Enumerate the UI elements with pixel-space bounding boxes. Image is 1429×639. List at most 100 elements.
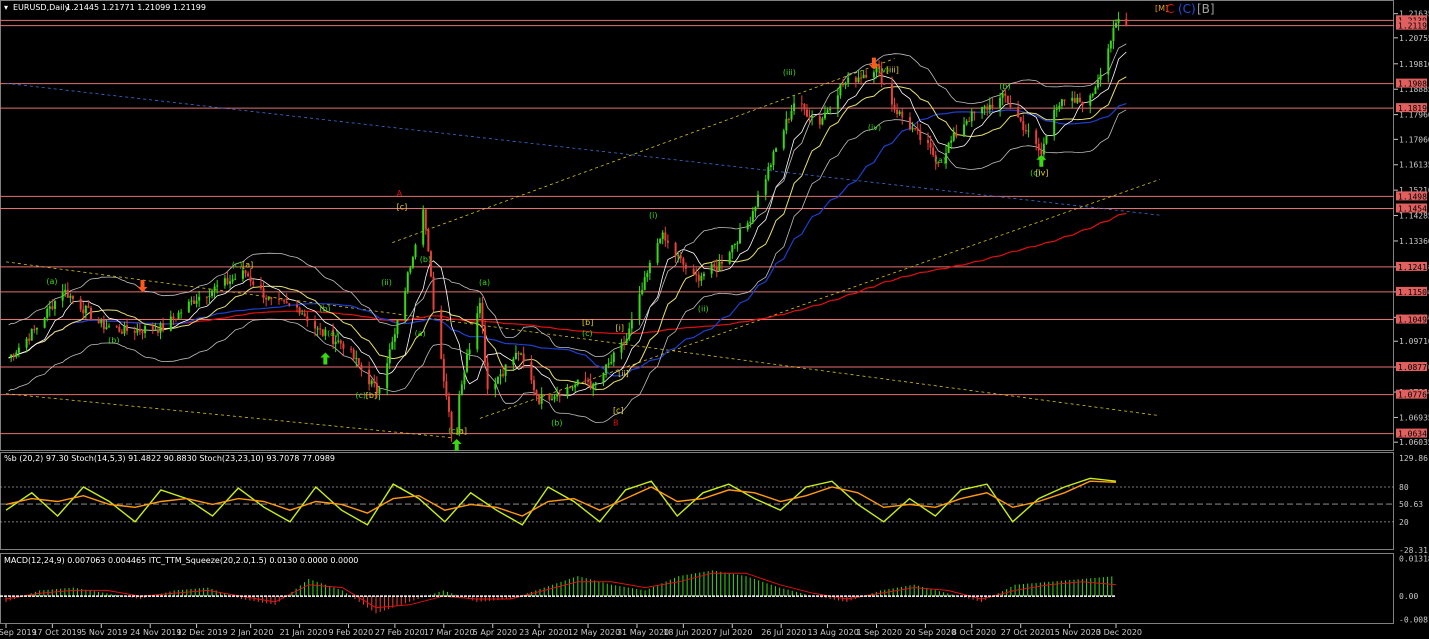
candle-body — [442, 358, 445, 382]
wave-label: A — [397, 189, 403, 198]
candle-body — [296, 305, 299, 308]
candle-body — [821, 118, 824, 125]
wave-label: (b) — [420, 255, 431, 264]
candle-body — [198, 296, 201, 301]
candle-body — [115, 326, 118, 328]
time-tick-label: 26 Jul 2020 — [761, 628, 806, 637]
candle-body — [102, 320, 105, 330]
candle-body — [1022, 121, 1025, 131]
wave-label: (ii) — [381, 278, 392, 287]
candle-body — [87, 305, 90, 308]
candle-body — [643, 277, 646, 291]
candle-body — [252, 281, 255, 285]
price-tag-label: 1.18196 — [1398, 104, 1429, 113]
candle-body — [12, 354, 15, 357]
candle-body — [172, 316, 175, 319]
candle-body — [1004, 93, 1007, 96]
trendline-yellow-descending — [5, 261, 1160, 417]
candle-body — [1060, 99, 1063, 106]
arrow-up-icon — [1036, 154, 1047, 167]
legend-paren-c: (C) — [1178, 2, 1196, 16]
candle-body — [592, 383, 595, 389]
candle-body — [865, 74, 868, 78]
candle-body — [249, 276, 252, 282]
price-tick-label: 1.06935 — [1399, 413, 1429, 422]
candle-body — [460, 384, 463, 396]
macd-tick-label: 0.00 — [1399, 592, 1418, 601]
candle-body — [550, 398, 553, 400]
candle-body — [782, 130, 785, 149]
wave-label: [iii] — [886, 65, 899, 74]
candle-body — [684, 264, 687, 269]
candle-body — [738, 229, 741, 244]
header-menu-icon[interactable]: ▾ — [4, 3, 8, 12]
candle-body — [720, 261, 723, 264]
candle-body — [71, 295, 74, 299]
candle-body — [193, 300, 196, 304]
candle-body — [532, 380, 535, 391]
candle-body — [556, 394, 559, 397]
candle-body — [926, 140, 929, 144]
candle-body — [502, 374, 505, 376]
candle-body — [731, 245, 734, 253]
candle-body — [35, 327, 38, 330]
candle-body — [427, 229, 430, 252]
candle-body — [499, 374, 502, 377]
candle-body — [445, 381, 448, 397]
candle-body — [911, 128, 914, 130]
candle-body — [414, 244, 417, 258]
candle-body — [829, 109, 832, 111]
time-tick-label: 12 May 2020 — [568, 628, 620, 637]
candle-body — [857, 77, 860, 83]
candle-body — [378, 388, 381, 394]
candle-body — [1073, 97, 1076, 103]
candle-body — [411, 257, 414, 268]
trendline-yellow-upper — [392, 58, 895, 243]
wave-label: [a] — [456, 427, 467, 436]
wave-label: (iv) — [868, 123, 881, 132]
oscillator-title: %b (20,2) 97.30 Stoch(14,5,3) 91.4822 90… — [4, 454, 335, 463]
candle-body — [1112, 27, 1115, 42]
candle-body — [123, 325, 126, 334]
candle-body — [844, 82, 847, 86]
candle-body — [195, 300, 198, 304]
candle-body — [1037, 143, 1040, 151]
candle-body — [1009, 102, 1012, 108]
trendlines — [5, 58, 1160, 439]
wave-label: [iv] — [1035, 168, 1048, 177]
candle-body — [1001, 93, 1004, 98]
time-axis[interactable]: 29 Sep 201917 Oct 20195 Nov 201924 Nov 2… — [0, 624, 1142, 637]
chart-canvas[interactable]: (a)(b)(c) [a](b)(a)(c) [b](ii)A[c](b)(a)(c… — [0, 0, 1429, 639]
price-tick-label: 1.13360 — [1399, 237, 1429, 246]
candle-body — [277, 299, 280, 301]
candle-body — [213, 286, 216, 291]
candle-body — [159, 323, 162, 333]
candle-body — [659, 239, 662, 244]
time-tick-label: 24 Nov 2019 — [130, 628, 181, 637]
candle-body — [896, 109, 899, 115]
chart-window[interactable]: (a) (b) (c) [a] (b) (a) (c) [b] (ii) A [c] (b) (a) (c… — [0, 0, 1429, 639]
wave-label: [i] — [616, 324, 624, 333]
price-pane-frame — [0, 0, 1394, 451]
time-tick-label: 5 Nov 2019 — [81, 628, 127, 637]
candle-body — [862, 74, 865, 79]
candle-body — [422, 209, 425, 245]
candle-body — [432, 276, 435, 310]
candle-body — [893, 104, 896, 110]
time-tick-label: 18 Jun 2020 — [663, 628, 711, 637]
candle-body — [836, 95, 839, 110]
price-tag-label: 1.06348 — [1398, 430, 1429, 439]
candle-body — [334, 341, 337, 345]
candle-body — [839, 83, 842, 96]
candle-body — [538, 394, 541, 404]
wave-label: (a) — [327, 329, 338, 338]
ohlc-values: 1.21445 1.21771 1.21099 1.21199 — [66, 3, 206, 12]
time-tick-label: 2 Jan 2020 — [231, 628, 274, 637]
candle-body — [46, 308, 49, 318]
time-tick-label: 12 Dec 2019 — [177, 628, 228, 637]
trendline-blue — [5, 82, 1160, 216]
candle-body — [234, 278, 237, 280]
price-axis[interactable]: 1.216351.207551.198101.188851.179601.170… — [1394, 10, 1429, 447]
macd-tick-label: 0.013189 — [1399, 554, 1429, 563]
candle-body — [1017, 107, 1020, 118]
